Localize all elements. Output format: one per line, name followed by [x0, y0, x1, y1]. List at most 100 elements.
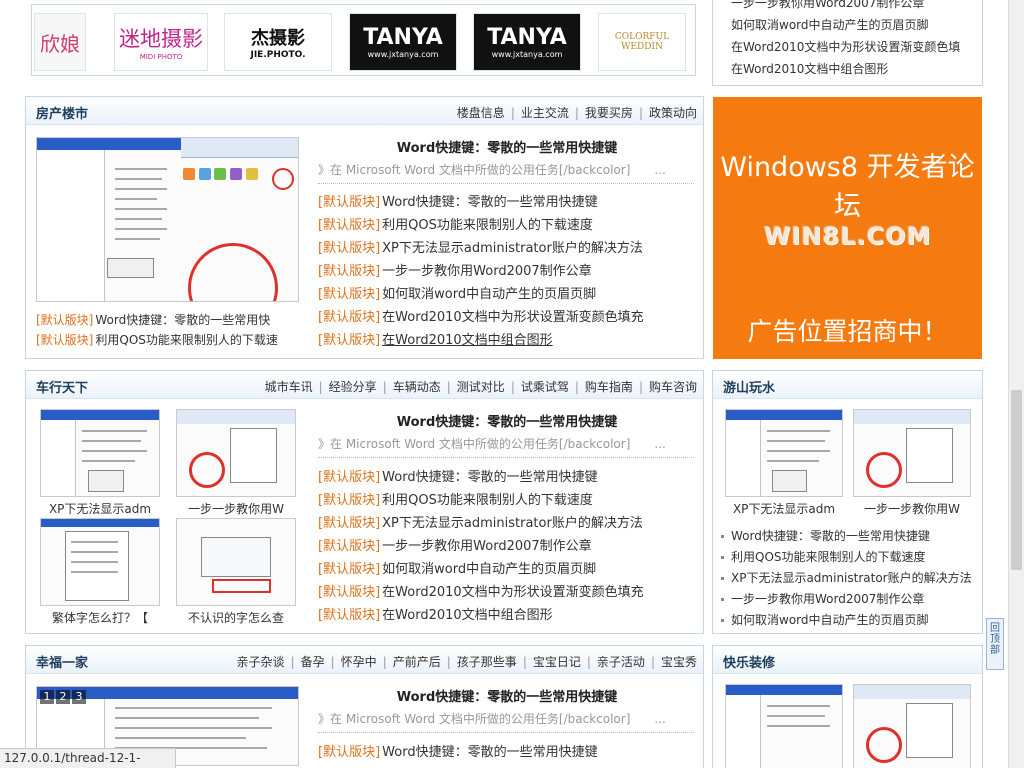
list-item[interactable]: [默认版块] 在Word2010文档中为形状设置渐变颜色填充 — [318, 306, 644, 325]
thumbnail-image[interactable] — [725, 684, 843, 768]
section-link[interactable]: 政策动向 — [649, 106, 697, 120]
partner-logo[interactable]: COLORFUL WEDDIN — [598, 13, 686, 71]
back-to-top-button[interactable]: 回顶部 — [986, 618, 1004, 670]
headline-desc: 》在 Microsoft Word 文档中所做的公用任务[/backcolor]… — [318, 712, 666, 726]
section-link[interactable]: 购车指南 — [585, 380, 633, 394]
list-item[interactable]: [默认版块] 在Word2010文档中组合图形 — [318, 329, 553, 348]
section-car: 车行天下 城市车讯 | 经验分享 | 车辆动态 | 测试对比 | 试乘试驾 | 购车指南 | 购车咨询 … — [25, 370, 704, 634]
list-item[interactable]: [默认版块] XP下无法显示administrator账户的解决方法 — [318, 237, 643, 256]
list-item[interactable]: XP下无法显示administrator账户的解决方法 — [719, 568, 977, 589]
thumbnail-caption[interactable]: 一步一步教你用W — [853, 500, 971, 517]
list-item[interactable]: [默认版块] 在Word2010文档中组合图形 — [318, 604, 553, 623]
list-item[interactable]: [默认版块] 在Word2010文档中为形状设置渐变颜色填充 — [318, 581, 644, 600]
partner-logo[interactable]: 迷地摄影 MIDI PHOTO — [114, 13, 208, 71]
section-link[interactable]: 城市车讯 — [265, 380, 313, 394]
section-link[interactable]: 孩子那些事 — [457, 655, 517, 669]
ad-line-3: 广告位置招商中！ — [747, 317, 948, 346]
section-title[interactable]: 车行天下 — [36, 377, 88, 396]
section-title[interactable]: 快乐装修 — [723, 652, 775, 671]
item-tag: [默认版块] — [36, 333, 94, 347]
partner-logo[interactable]: TANYA www.jxtanya.com — [349, 13, 457, 71]
section-header: 车行天下 城市车讯 | 经验分享 | 车辆动态 | 测试对比 | 试乘试驾 | 购车指南 | 购车咨询 — [26, 371, 703, 399]
pager-dot[interactable]: 2 — [56, 690, 70, 704]
list-item[interactable]: 一步一步教你用Word2007制作公章 — [729, 0, 982, 14]
list-item[interactable]: [默认版块] 利用QOS功能来限制别人的下载速度 — [318, 489, 593, 508]
ad-line-1: Windows8 开发者论坛 — [720, 152, 975, 222]
list-item[interactable]: [默认版块] 利用QOS功能来限制别人的下载速度 — [318, 214, 593, 233]
list-item[interactable]: 如何取消word中自动产生的页眉页脚 — [719, 610, 977, 631]
partner-logo[interactable]: 欣娘 — [34, 13, 86, 71]
headline-title[interactable]: Word快捷键：零散的一些常用快捷键 — [318, 686, 696, 705]
section-link[interactable]: 我要买房 — [585, 106, 633, 120]
item-text: 利用QOS功能来限制别人的下载速 — [95, 333, 278, 347]
thumbnail-caption[interactable]: 一步一步教你用W — [176, 500, 296, 517]
section-link[interactable]: 亲子活动 — [597, 655, 645, 669]
section-title[interactable]: 幸福一家 — [36, 652, 88, 671]
thumbnail-image[interactable] — [40, 409, 160, 497]
ad-line-2: WIN8L.COM — [763, 222, 932, 250]
thumbnail-caption[interactable]: 不认识的字怎么查 — [176, 609, 296, 626]
section-link[interactable]: 怀孕中 — [341, 655, 377, 669]
advertisement-banner[interactable]: Windows8 开发者论坛 WIN8L.COM 广告位置招商中！ — [713, 97, 982, 359]
section-header: 房产楼市 楼盘信息 | 业主交流 | 我要买房 | 政策动向 — [26, 97, 703, 125]
section-link[interactable]: 业主交流 — [521, 106, 569, 120]
list-item[interactable]: 如何取消word中自动产生的页眉页脚 — [729, 14, 982, 36]
vertical-scrollbar[interactable] — [1008, 0, 1024, 768]
list-item[interactable]: [默认版块] XP下无法显示administrator账户的解决方法 — [318, 512, 643, 531]
list-item[interactable]: [默认版块] Word快捷键：零散的一些常用快捷键 — [318, 191, 598, 210]
list-item[interactable]: [默认版块] Word快捷键：零散的一些常用快捷键 — [318, 466, 598, 485]
list-item[interactable]: [默认版块] Word快捷键：零散的一些常用快 — [36, 311, 270, 328]
logo-subtext: www.jxtanya.com — [491, 50, 563, 59]
thumbnail-image[interactable] — [853, 684, 971, 768]
section-link[interactable]: 试乘试驾 — [521, 380, 569, 394]
list-item[interactable]: 一步一步教你用Word2007制作公章 — [719, 589, 977, 610]
partner-logo[interactable]: 杰摄影 JIE.PHOTO. — [224, 13, 332, 71]
logo-text: 迷地摄影 — [119, 27, 203, 51]
logo-subtext: MIDI PHOTO — [139, 53, 183, 61]
section-link[interactable]: 购车咨询 — [649, 380, 697, 394]
section-link[interactable]: 车辆动态 — [393, 380, 441, 394]
logo-subtext: www.jxtanya.com — [367, 50, 439, 59]
thumbnail-image[interactable] — [725, 409, 843, 497]
list-item[interactable]: 在Word2010文档中为形状设置渐变颜色填 — [729, 36, 982, 58]
divider — [318, 183, 694, 184]
list-item[interactable]: [默认版块] Word快捷键：零散的一些常用快捷键 — [318, 741, 598, 760]
thumbnail-image[interactable] — [40, 518, 160, 606]
section-link[interactable]: 楼盘信息 — [457, 106, 505, 120]
thumbnail-caption[interactable]: XP下无法显示adm — [725, 500, 843, 517]
logo-text: COLORFUL WEDDIN — [614, 32, 670, 52]
list-item[interactable]: [默认版块] 利用QOS功能来限制别人的下载速 — [36, 331, 278, 348]
list-item[interactable]: 在Word2010文档中组合图形 — [729, 58, 982, 80]
slideshow-image[interactable] — [36, 137, 299, 302]
thumbnail-caption[interactable]: XP下无法显示adm — [40, 500, 160, 517]
pager-dot[interactable]: 1 — [40, 690, 54, 704]
section-link[interactable]: 经验分享 — [329, 380, 377, 394]
section-link[interactable]: 宝宝日记 — [533, 655, 581, 669]
section-title[interactable]: 游山玩水 — [723, 377, 775, 396]
list-item[interactable]: 利用QOS功能来限制别人的下载速度 — [719, 547, 977, 568]
section-link[interactable]: 宝宝秀 — [661, 655, 697, 669]
list-item[interactable]: [默认版块] 一步一步教你用Word2007制作公章 — [318, 535, 592, 554]
scrollbar-thumb[interactable] — [1011, 390, 1022, 570]
headline-title[interactable]: Word快捷键：零散的一些常用快捷键 — [318, 411, 696, 430]
logo-text: 欣娘 — [40, 31, 80, 56]
headline-desc: 》在 Microsoft Word 文档中所做的公用任务[/backcolor]… — [318, 437, 666, 451]
pager-dot[interactable]: 3 — [72, 690, 86, 704]
partner-logo[interactable]: TANYA www.jxtanya.com — [473, 13, 581, 71]
thumbnail-image[interactable] — [176, 409, 296, 497]
thumbnail-image[interactable] — [176, 518, 296, 606]
thumbnail-image[interactable] — [853, 409, 971, 497]
thumbnail-caption[interactable]: 繁体字怎么打？【 — [40, 609, 160, 626]
section-link[interactable]: 备孕 — [301, 655, 325, 669]
section-link[interactable]: 亲子杂谈 — [237, 655, 285, 669]
list-item[interactable]: [默认版块] 如何取消word中自动产生的页眉页脚 — [318, 283, 596, 302]
headline-title[interactable]: Word快捷键：零散的一些常用快捷键 — [318, 137, 696, 156]
headline-desc: 》在 Microsoft Word 文档中所做的公用任务[/backcolor]… — [318, 163, 666, 177]
section-link[interactable]: 产前产后 — [393, 655, 441, 669]
item-tag: [默认版块] — [36, 313, 94, 327]
section-link[interactable]: 测试对比 — [457, 380, 505, 394]
section-title[interactable]: 房产楼市 — [36, 103, 88, 122]
list-item[interactable]: [默认版块] 如何取消word中自动产生的页眉页脚 — [318, 558, 596, 577]
list-item[interactable]: [默认版块] 一步一步教你用Word2007制作公章 — [318, 260, 592, 279]
list-item[interactable]: Word快捷键：零散的一些常用快捷键 — [719, 526, 977, 547]
